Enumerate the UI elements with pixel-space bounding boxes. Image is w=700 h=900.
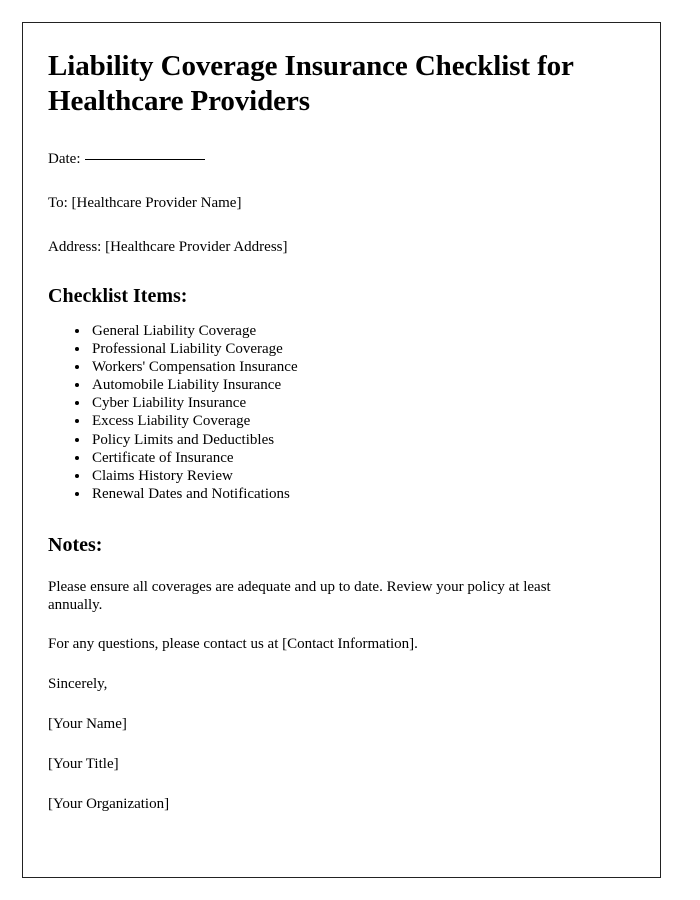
notes-paragraph-coverage: Please ensure all coverages are adequate… (48, 578, 551, 613)
list-item: Excess Liability Coverage (90, 412, 622, 430)
page-title: Liability Coverage Insurance Checklist f… (48, 50, 574, 117)
list-item: Renewal Dates and Notifications (90, 485, 622, 503)
list-item: Cyber Liability Insurance (90, 394, 622, 412)
closing-title: [Your Title] (48, 755, 119, 772)
date-field-row: Date: (48, 150, 622, 168)
notes-paragraph-contact: For any questions, please contact us at … (48, 635, 418, 652)
recipient-line: To: [Healthcare Provider Name] (48, 195, 242, 211)
checklist-heading: Checklist Items: (48, 285, 188, 307)
list-item: Professional Liability Coverage (90, 340, 622, 358)
notes-heading: Notes: (48, 533, 103, 556)
list-item: Policy Limits and Deductibles (90, 431, 622, 449)
list-item: Certificate of Insurance (90, 449, 622, 467)
list-item: General Liability Coverage (90, 322, 622, 340)
closing-salutation: Sincerely, (48, 675, 108, 692)
date-input-blank[interactable] (85, 159, 206, 160)
closing-organization: [Your Organization] (48, 795, 170, 812)
list-item: Automobile Liability Insurance (90, 376, 622, 394)
document-page: Liability Coverage Insurance Checklist f… (22, 22, 661, 878)
date-label: Date: (48, 151, 81, 167)
list-item: Workers' Compensation Insurance (90, 358, 622, 376)
address-line: Address: [Healthcare Provider Address] (48, 239, 288, 255)
list-item: Claims History Review (90, 467, 622, 485)
document-body: Liability Coverage Insurance Checklist f… (23, 23, 660, 813)
closing-name: [Your Name] (48, 715, 127, 732)
checklist-items-list: General Liability Coverage Professional … (48, 322, 622, 503)
